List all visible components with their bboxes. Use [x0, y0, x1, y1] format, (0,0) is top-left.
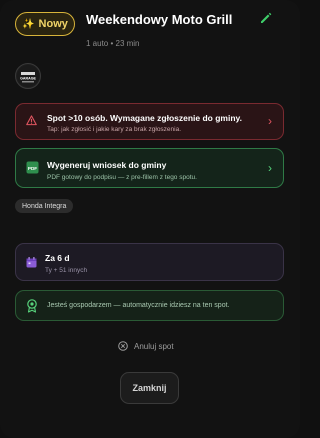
- new-badge: ✨ Nowy: [15, 12, 75, 36]
- generate-title: Wygeneruj wniosek do gminy: [47, 160, 167, 170]
- pdf-icon: PDF: [26, 161, 39, 174]
- spot-details-sheet: ✨ Nowy Weekendowy Moto Grill 1 auto • 23…: [0, 0, 300, 438]
- pencil-icon[interactable]: [259, 11, 273, 25]
- cancel-spot-label: Anuluj spot: [134, 341, 174, 351]
- avatar[interactable]: GARAGE: [15, 63, 41, 89]
- close-button[interactable]: Zamknij: [120, 372, 179, 404]
- spot-meta: 1 auto • 23 min: [86, 39, 140, 48]
- calendar-icon: [26, 257, 37, 268]
- car-chip[interactable]: Honda Integra: [15, 199, 74, 213]
- host-info-text: Jesteś gospodarzem — automatycznie idzie…: [47, 302, 230, 309]
- chevron-right-icon: ›: [268, 161, 272, 175]
- avatar-text: GARAGE: [20, 77, 36, 81]
- generate-request-card[interactable]: PDF Wygeneruj wniosek do gminy PDF gotow…: [15, 148, 284, 188]
- svg-text:PDF: PDF: [28, 166, 37, 171]
- close-circle-icon: [118, 341, 128, 351]
- garage-logo-icon: GARAGE: [17, 65, 39, 87]
- warning-subtitle: Tap: jak zgłosić i jakie kary za brak zg…: [47, 126, 182, 133]
- gmina-warning-card[interactable]: Spot >10 osób. Wymagane zgłoszenie do gm…: [15, 103, 284, 140]
- new-badge-label: Nowy: [38, 18, 68, 30]
- spot-title: Weekendowy Moto Grill: [86, 12, 233, 27]
- warning-triangle-icon: [26, 115, 37, 126]
- chevron-right-icon: ›: [268, 114, 272, 128]
- award-icon: [27, 299, 37, 313]
- cancel-spot-button[interactable]: Anuluj spot: [118, 341, 174, 351]
- date-subtitle: Ty + 51 innych: [45, 267, 88, 274]
- date-title: Za 6 d: [45, 253, 70, 263]
- sparkles-icon: ✨: [22, 18, 35, 30]
- warning-title: Spot >10 osób. Wymagane zgłoszenie do gm…: [47, 113, 242, 123]
- generate-subtitle: PDF gotowy do podpisu — z pre-fillem z t…: [47, 174, 197, 181]
- host-info-card: Jesteś gospodarzem — automatycznie idzie…: [15, 290, 284, 321]
- date-card[interactable]: Za 6 d Ty + 51 innych: [15, 243, 284, 281]
